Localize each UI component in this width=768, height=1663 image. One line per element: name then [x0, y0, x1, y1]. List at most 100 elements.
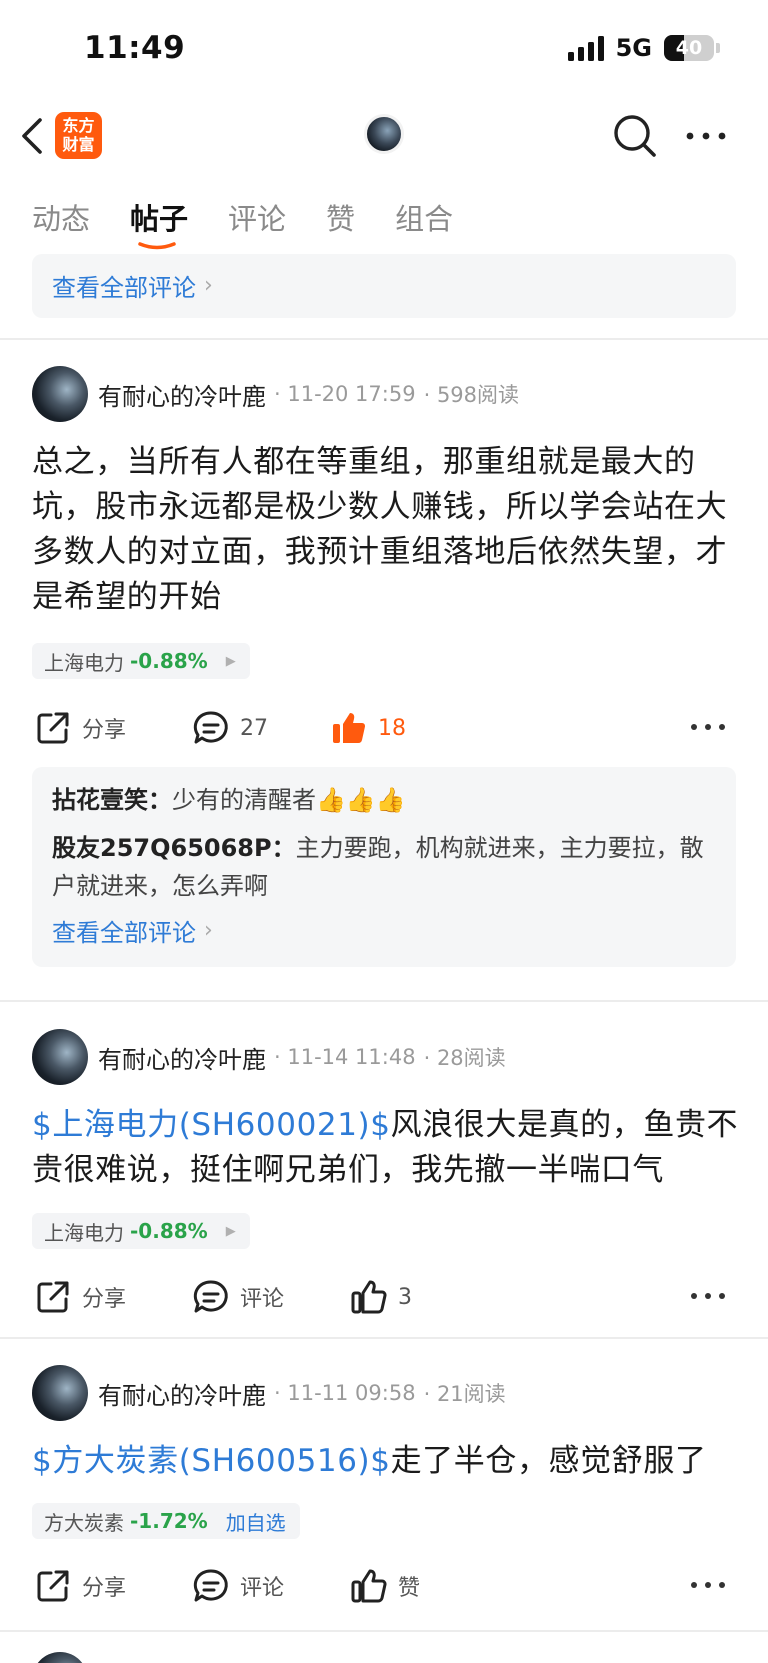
stock-name: 上海电力	[44, 1220, 124, 1245]
battery-tip	[716, 43, 720, 53]
post-time-value: 11-14 11:48	[287, 1045, 416, 1069]
comment-label: 评论	[240, 1287, 285, 1312]
view-all-comments-link[interactable]: 查看全部评论 ›	[52, 268, 716, 303]
stock-tag-link[interactable]: $上海电力(SH600021)$	[32, 1107, 391, 1143]
post-reads-value: 598阅读	[436, 383, 520, 407]
search-icon[interactable]	[612, 113, 658, 159]
tab-3[interactable]: 赞	[326, 196, 355, 238]
active-tab-indicator	[138, 242, 176, 250]
app-logo[interactable]: 东方 财富	[55, 112, 102, 159]
stock-name: 方大炭素	[44, 1510, 124, 1535]
post-reads: · 21阅读	[423, 1382, 506, 1406]
tab-0[interactable]: 动态	[32, 196, 90, 238]
stock-chip[interactable]: 上海电力 -0.88% ▶	[32, 1213, 250, 1249]
profile-avatar[interactable]	[364, 114, 404, 154]
battery-level: 40	[675, 37, 703, 59]
comment-button[interactable]: 评论	[192, 1564, 284, 1608]
status-bar: 11:49 5G 40	[0, 0, 768, 100]
reply-item[interactable]: 股友257Q65068P：主力要跑，机构就进来，主力要拉，散户就进来，怎么弄啊	[52, 829, 716, 905]
like-button[interactable]: 18	[330, 706, 406, 750]
nav-bar: 东方 财富	[0, 100, 768, 170]
like-label: 赞	[398, 1576, 421, 1601]
thumbs-up-icon	[351, 1280, 387, 1314]
post-reads-value: 21阅读	[436, 1382, 506, 1406]
thumbs-up-filled-icon	[333, 713, 366, 744]
reply-author[interactable]: 股友257Q65068P：	[52, 834, 296, 862]
more-options-icon[interactable]	[690, 1287, 726, 1305]
divider	[0, 1630, 768, 1632]
comment-button[interactable]: 27	[192, 706, 268, 750]
post-time-value: 11-11 09:58	[287, 1381, 416, 1405]
chevron-right-icon: ›	[204, 918, 213, 943]
signal-icon	[567, 35, 604, 61]
comment-label: 评论	[240, 1576, 285, 1601]
divider	[0, 1337, 768, 1339]
reply-item[interactable]: 拈花壹笑：少有的清醒者👍👍👍	[52, 781, 716, 819]
stock-name: 上海电力	[44, 650, 124, 675]
status-time: 11:49	[84, 30, 186, 66]
post-card[interactable]: 有耐心的冷叶鹿 · 11-14 11:48 · 28阅读 $上海电力(SH600…	[0, 1028, 768, 1338]
like-button[interactable]: 赞	[350, 1564, 420, 1608]
post-card[interactable]: 有耐心的冷叶鹿 · 11-11 09:58 · 21阅读 $方大炭素(SH600…	[0, 1364, 768, 1634]
profile-tabs: 动态 帖子 评论赞组合	[32, 196, 493, 250]
tab-2[interactable]: 评论	[228, 196, 286, 238]
share-icon	[37, 712, 69, 744]
tab-1[interactable]: 帖子	[130, 196, 188, 250]
stock-tag-link[interactable]: $方大炭素(SH600516)$	[32, 1443, 391, 1479]
post-time: · 11-11 09:58	[274, 1381, 416, 1405]
post-body[interactable]: 总之，当所有人都在等重组，那重组就是最大的坑，股市永远都是极少数人赚钱，所以学会…	[32, 440, 742, 620]
post-actions: 分享 评论 赞	[32, 1564, 736, 1608]
share-button[interactable]: 分享	[34, 1275, 126, 1319]
reply-text: 少有的清醒者👍👍👍	[172, 786, 406, 814]
logo-line-2: 财富	[62, 135, 95, 154]
comment-preview-box: 查看全部评论 ›	[32, 254, 736, 318]
avatar[interactable]	[32, 1365, 88, 1421]
stock-chip[interactable]: 方大炭素 -1.72% 加自选	[32, 1503, 300, 1539]
post-time-value: 11-20 17:59	[287, 382, 416, 406]
share-button[interactable]: 分享	[34, 706, 126, 750]
thumbs-up-icon	[351, 1569, 387, 1603]
comment-icon	[193, 711, 228, 744]
stock-change: -0.88%	[130, 649, 208, 673]
share-label: 分享	[82, 718, 127, 743]
stock-change: -1.72%	[130, 1509, 208, 1533]
share-icon	[37, 1281, 69, 1313]
view-all-comments-link[interactable]: 查看全部评论 ›	[52, 913, 716, 948]
more-options-icon[interactable]	[690, 718, 726, 736]
battery-icon: 40	[664, 35, 714, 61]
avatar[interactable]	[32, 1652, 88, 1663]
more-options-icon[interactable]	[690, 1576, 726, 1594]
reply-author[interactable]: 拈花壹笑：	[52, 786, 172, 814]
post-body[interactable]: $方大炭素(SH600516)$走了半仓，感觉舒服了	[32, 1439, 742, 1484]
post-card[interactable]: 有耐心的冷叶鹿 · 11-20 17:59 · 598阅读 总之，当所有人都在等…	[0, 365, 768, 1000]
view-all-comments-label: 查看全部评论	[52, 919, 196, 947]
stock-chip[interactable]: 上海电力 -0.88% ▶	[32, 643, 250, 679]
avatar[interactable]	[32, 1029, 88, 1085]
post-reads-value: 28阅读	[436, 1046, 506, 1070]
username[interactable]: 有耐心的冷叶鹿	[98, 1040, 266, 1075]
like-count: 3	[398, 1284, 412, 1310]
comment-icon	[193, 1280, 228, 1313]
post-time: · 11-14 11:48	[274, 1045, 416, 1069]
view-all-comments-label: 查看全部评论	[52, 274, 196, 302]
like-button[interactable]: 3	[350, 1275, 412, 1319]
play-arrow-icon: ▶	[225, 653, 236, 669]
post-time: · 11-20 17:59	[274, 382, 416, 406]
post-body-text: 走了半仓，感觉舒服了	[390, 1443, 707, 1479]
back-icon[interactable]	[14, 116, 50, 156]
username[interactable]: 有耐心的冷叶鹿	[98, 1376, 266, 1411]
add-to-watchlist-button[interactable]: 加自选	[226, 1507, 286, 1536]
username[interactable]: 有耐心的冷叶鹿	[98, 377, 266, 412]
avatar[interactable]	[32, 366, 88, 422]
comment-icon	[193, 1569, 228, 1602]
share-label: 分享	[82, 1576, 127, 1601]
like-count: 18	[378, 715, 406, 741]
chevron-right-icon: ›	[204, 273, 213, 298]
post-header: 有耐心的冷叶鹿 · 11-20 17:59 · 598阅读	[32, 365, 519, 423]
comment-button[interactable]: 评论	[192, 1275, 284, 1319]
post-actions: 分享 评论 3	[32, 1275, 736, 1319]
share-button[interactable]: 分享	[34, 1564, 126, 1608]
post-body[interactable]: $上海电力(SH600021)$风浪很大是真的，鱼贵不贵很难说，挺住啊兄弟们，我…	[32, 1103, 742, 1193]
tab-4[interactable]: 组合	[395, 196, 453, 238]
more-icon[interactable]	[684, 126, 728, 146]
